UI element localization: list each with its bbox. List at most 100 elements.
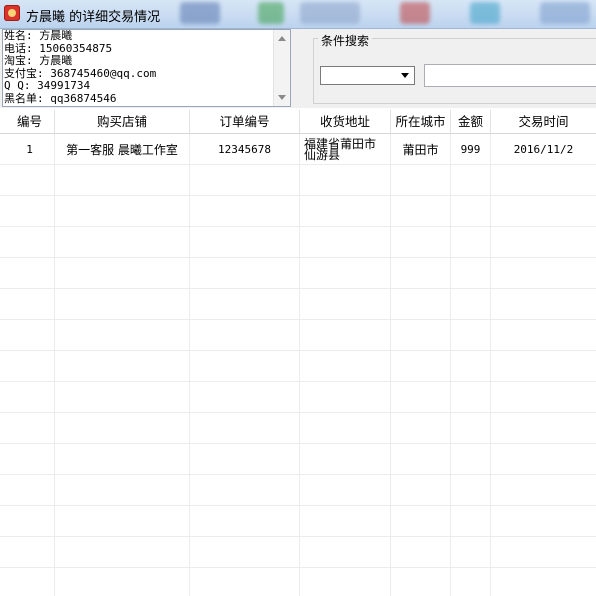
title-bar[interactable]: 方晨曦 的详细交易情况 [0, 0, 596, 29]
empty-cell [190, 351, 300, 382]
empty-cell [300, 196, 391, 227]
empty-cell [300, 382, 391, 413]
background-blur [400, 2, 430, 24]
empty-cell [451, 382, 491, 413]
empty-cell [391, 320, 451, 351]
empty-cell [391, 165, 451, 196]
empty-cell [5, 506, 55, 537]
empty-cell [300, 165, 391, 196]
empty-cell [451, 444, 491, 475]
empty-cell [451, 475, 491, 506]
empty-cell [451, 413, 491, 444]
empty-cell [5, 444, 55, 475]
app-icon [4, 5, 20, 21]
empty-cell [55, 165, 190, 196]
empty-cell [5, 320, 55, 351]
empty-cell [391, 227, 451, 258]
column-header-amount[interactable]: 金额 [451, 110, 491, 133]
top-panel: 姓名: 方晨曦 电话: 15060354875 淘宝: 方晨曦 支付宝: 368… [0, 29, 596, 108]
empty-cell [391, 382, 451, 413]
transactions-grid[interactable]: 编号 购买店铺 订单编号 收货地址 所在城市 金额 交易时间 1 第一客服 晨曦… [0, 110, 596, 596]
empty-cell [300, 444, 391, 475]
empty-row [0, 444, 596, 475]
empty-cell [5, 568, 55, 596]
empty-cell [391, 413, 451, 444]
empty-cell [491, 165, 596, 196]
empty-row [0, 258, 596, 289]
scroll-up-icon[interactable] [278, 36, 286, 41]
column-header-address[interactable]: 收货地址 [300, 110, 391, 133]
column-header-id[interactable]: 编号 [5, 110, 55, 133]
empty-row [0, 196, 596, 227]
background-blur [470, 2, 500, 24]
empty-row [0, 537, 596, 568]
empty-cell [300, 413, 391, 444]
background-blur [180, 2, 220, 24]
background-blur [300, 2, 360, 24]
empty-cell [190, 537, 300, 568]
empty-cell [391, 289, 451, 320]
empty-cell [55, 537, 190, 568]
empty-cell [491, 196, 596, 227]
empty-row [0, 413, 596, 444]
empty-cell [491, 537, 596, 568]
info-line-taobao: 淘宝: 方晨曦 [4, 54, 73, 67]
empty-cell [491, 227, 596, 258]
empty-row [0, 320, 596, 351]
empty-cell [391, 506, 451, 537]
empty-cell [491, 320, 596, 351]
cell-address: 福建省莆田市 仙游县 [300, 134, 391, 165]
chevron-down-icon[interactable] [398, 68, 413, 83]
empty-cell [451, 506, 491, 537]
empty-cell [5, 258, 55, 289]
empty-cell [55, 258, 190, 289]
empty-cell [491, 413, 596, 444]
column-header-shop[interactable]: 购买店铺 [55, 110, 190, 133]
empty-row [0, 351, 596, 382]
empty-cell [190, 444, 300, 475]
column-header-time[interactable]: 交易时间 [491, 110, 596, 133]
empty-cell [491, 444, 596, 475]
table-row[interactable]: 1 第一客服 晨曦工作室 12345678 福建省莆田市 仙游县 莆田市 999… [0, 134, 596, 165]
empty-cell [300, 351, 391, 382]
empty-cell [55, 475, 190, 506]
empty-cell [55, 413, 190, 444]
empty-cell [55, 196, 190, 227]
column-header-order[interactable]: 订单编号 [190, 110, 300, 133]
empty-cell [451, 196, 491, 227]
empty-cell [491, 289, 596, 320]
empty-cell [300, 227, 391, 258]
empty-cell [391, 351, 451, 382]
background-blur [540, 2, 590, 24]
cell-city: 莆田市 [391, 134, 451, 165]
empty-cell [300, 320, 391, 351]
empty-cell [5, 351, 55, 382]
empty-cell [300, 289, 391, 320]
empty-cell [55, 506, 190, 537]
empty-cell [190, 227, 300, 258]
search-input[interactable] [424, 64, 596, 87]
info-line-blacklist: 黑名单: qq36874546 [4, 91, 117, 105]
customer-info-textbox[interactable]: 姓名: 方晨曦 电话: 15060354875 淘宝: 方晨曦 支付宝: 368… [2, 29, 291, 107]
empty-row [0, 382, 596, 413]
search-field-combo[interactable] [320, 66, 415, 85]
empty-cell [391, 537, 451, 568]
empty-cell [55, 320, 190, 351]
cell-order: 12345678 [190, 134, 300, 165]
empty-cell [55, 568, 190, 596]
info-line-qq: Q Q: 34991734 [4, 79, 91, 92]
cell-time: 2016/11/2 [513, 143, 574, 156]
cell-address-line2: 仙游县 [304, 147, 341, 162]
empty-cell [5, 413, 55, 444]
column-header-city[interactable]: 所在城市 [391, 110, 451, 133]
scroll-down-icon[interactable] [278, 95, 286, 100]
empty-cell [190, 165, 300, 196]
empty-cell [391, 568, 451, 596]
info-scrollbar[interactable] [273, 30, 290, 106]
empty-cell [451, 289, 491, 320]
empty-cell [55, 444, 190, 475]
window-title: 方晨曦 的详细交易情况 [26, 10, 161, 25]
empty-cell [190, 413, 300, 444]
empty-cell [451, 351, 491, 382]
cell-id: 1 [5, 134, 55, 165]
